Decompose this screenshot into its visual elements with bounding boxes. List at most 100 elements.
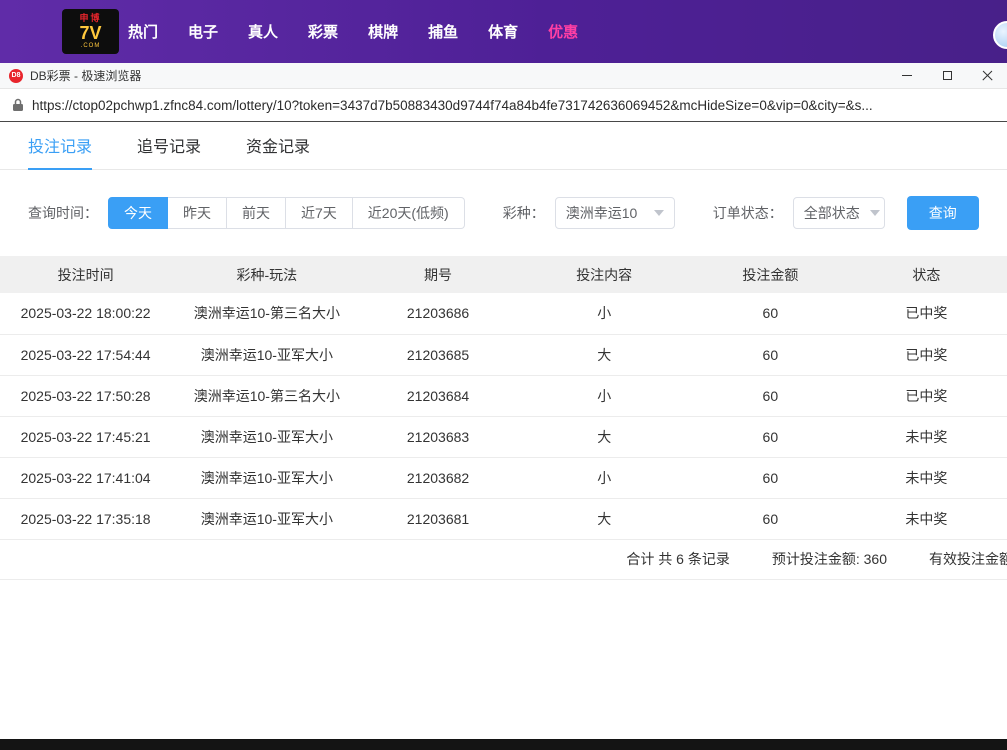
time-filter-last-20-days[interactable]: 近20天(低频): [353, 197, 465, 229]
time-filter-label: 查询时间：: [28, 203, 98, 223]
search-button[interactable]: 查询: [907, 196, 979, 230]
record-tabs: 投注记录追号记录资金记录: [0, 122, 1007, 170]
nav-item-live[interactable]: 真人: [248, 21, 278, 42]
window-title: DB彩票 - 极速浏览器: [30, 67, 141, 84]
bet-amount: 60: [695, 416, 846, 457]
time-filter-last-7-days[interactable]: 近7天: [286, 197, 353, 229]
column-header-0: 投注时间: [0, 256, 171, 293]
url-text[interactable]: https://ctop02pchwp1.zfnc84.com/lottery/…: [32, 98, 873, 113]
nav-item-hot[interactable]: 热门: [128, 21, 158, 42]
lottery-select[interactable]: 澳洲幸运10: [555, 197, 675, 229]
issue-number: 21203684: [363, 375, 514, 416]
nav-item-fishing[interactable]: 捕鱼: [428, 21, 458, 42]
table-header-row: 投注时间彩种-玩法期号投注内容投注金额状态: [0, 256, 1007, 293]
table-row: 2025-03-22 17:54:44澳洲幸运10-亚军大小21203685大6…: [0, 334, 1007, 375]
bet-amount: 60: [695, 498, 846, 539]
issue-number: 21203681: [363, 498, 514, 539]
table-row: 2025-03-22 17:50:28澳洲幸运10-第三名大小21203684小…: [0, 375, 1007, 416]
issue-number: 21203682: [363, 457, 514, 498]
bet-status: 已中奖: [846, 293, 1007, 334]
game-play: 澳洲幸运10-亚军大小: [171, 457, 362, 498]
column-header-4: 投注金额: [695, 256, 846, 293]
bet-amount: 60: [695, 293, 846, 334]
summary-bar: 合计 共 6 条记录 预计投注金额: 360 有效投注金额: [0, 540, 1007, 580]
bet-time: 2025-03-22 17:35:18: [0, 498, 171, 539]
chevron-down-icon: [870, 210, 880, 216]
floating-service-button[interactable]: [993, 21, 1007, 49]
bet-time: 2025-03-22 17:41:04: [0, 457, 171, 498]
logo-text-com: .COM: [81, 43, 101, 49]
bet-status: 未中奖: [846, 498, 1007, 539]
time-filter-day-before[interactable]: 前天: [227, 197, 286, 229]
issue-number: 21203685: [363, 334, 514, 375]
close-button[interactable]: [967, 63, 1007, 88]
issue-number: 21203683: [363, 416, 514, 457]
nav-item-promo[interactable]: 优惠: [548, 21, 578, 42]
bet-time: 2025-03-22 17:50:28: [0, 375, 171, 416]
site-topbar: 申博 7V .COM 热门 电子 真人 彩票 棋牌 捕鱼 体育 优惠: [0, 0, 1007, 63]
nav-item-chess[interactable]: 棋牌: [368, 21, 398, 42]
column-header-3: 投注内容: [514, 256, 695, 293]
summary-valid-amount: 有效投注金额: [929, 549, 1007, 569]
issue-number: 21203686: [363, 293, 514, 334]
minimize-button[interactable]: [887, 63, 927, 88]
chevron-down-icon: [654, 210, 664, 216]
maximize-button[interactable]: [927, 63, 967, 88]
bet-status: 已中奖: [846, 334, 1007, 375]
nav-item-lottery[interactable]: 彩票: [308, 21, 338, 42]
summary-total: 合计 共 6 条记录: [626, 549, 729, 569]
bet-amount: 60: [695, 334, 846, 375]
filter-bar: 查询时间： 今天昨天前天近7天近20天(低频) 彩种： 澳洲幸运10 订单状态：…: [28, 196, 1007, 230]
site-nav: 热门 电子 真人 彩票 棋牌 捕鱼 体育 优惠: [128, 21, 578, 42]
screen: 申博 7V .COM 热门 电子 真人 彩票 棋牌 捕鱼 体育 优惠 D8 DB彩票 - 极速…: [0, 0, 1007, 750]
table-row: 2025-03-22 17:41:04澳洲幸运10-亚军大小21203682小6…: [0, 457, 1007, 498]
bottom-strip: [0, 739, 1007, 750]
table-row: 2025-03-22 18:00:22澳洲幸运10-第三名大小21203686小…: [0, 293, 1007, 334]
time-filter-yesterday[interactable]: 昨天: [168, 197, 227, 229]
bet-content: 小: [514, 375, 695, 416]
tab-chase-records[interactable]: 追号记录: [137, 122, 201, 170]
bet-status: 已中奖: [846, 375, 1007, 416]
bet-time: 2025-03-22 18:00:22: [0, 293, 171, 334]
app-icon: D8: [9, 69, 23, 83]
column-header-1: 彩种-玩法: [171, 256, 362, 293]
page-content: 投注记录追号记录资金记录 查询时间： 今天昨天前天近7天近20天(低频) 彩种：…: [0, 122, 1007, 580]
nav-item-sports[interactable]: 体育: [488, 21, 518, 42]
lottery-select-value: 澳洲幸运10: [566, 203, 638, 223]
address-bar: https://ctop02pchwp1.zfnc84.com/lottery/…: [0, 89, 1007, 122]
order-status-select[interactable]: 全部状态: [793, 197, 885, 229]
bet-content: 大: [514, 334, 695, 375]
site-logo[interactable]: 申博 7V .COM: [62, 9, 119, 54]
lock-icon: [12, 98, 24, 112]
bet-amount: 60: [695, 375, 846, 416]
order-status-label: 订单状态：: [713, 203, 783, 223]
table-row: 2025-03-22 17:35:18澳洲幸运10-亚军大小21203681大6…: [0, 498, 1007, 539]
window-controls: [887, 63, 1007, 88]
game-play: 澳洲幸运10-第三名大小: [171, 293, 362, 334]
bet-records-table: 投注时间彩种-玩法期号投注内容投注金额状态 2025-03-22 18:00:2…: [0, 256, 1007, 540]
bet-content: 小: [514, 457, 695, 498]
table-body: 2025-03-22 18:00:22澳洲幸运10-第三名大小21203686小…: [0, 293, 1007, 539]
bet-content: 大: [514, 416, 695, 457]
column-header-5: 状态: [846, 256, 1007, 293]
table-row: 2025-03-22 17:45:21澳洲幸运10-亚军大小21203683大6…: [0, 416, 1007, 457]
window-titlebar: D8 DB彩票 - 极速浏览器: [0, 63, 1007, 89]
maximize-icon: [943, 71, 952, 80]
bet-status: 未中奖: [846, 457, 1007, 498]
minimize-icon: [902, 75, 912, 76]
time-filter-group: 今天昨天前天近7天近20天(低频): [108, 197, 465, 229]
close-icon: [982, 70, 993, 81]
bet-status: 未中奖: [846, 416, 1007, 457]
logo-text-cn: 申博: [79, 14, 101, 23]
nav-item-electronic[interactable]: 电子: [188, 21, 218, 42]
tab-fund-records[interactable]: 资金记录: [246, 122, 310, 170]
bet-amount: 60: [695, 457, 846, 498]
game-play: 澳洲幸运10-第三名大小: [171, 375, 362, 416]
lottery-label: 彩种：: [503, 203, 545, 223]
tab-bet-records[interactable]: 投注记录: [28, 122, 92, 170]
logo-text-7v: 7V: [79, 24, 101, 42]
time-filter-today[interactable]: 今天: [108, 197, 168, 229]
game-play: 澳洲幸运10-亚军大小: [171, 416, 362, 457]
bet-content: 小: [514, 293, 695, 334]
summary-expected-amount: 预计投注金额: 360: [772, 549, 887, 569]
